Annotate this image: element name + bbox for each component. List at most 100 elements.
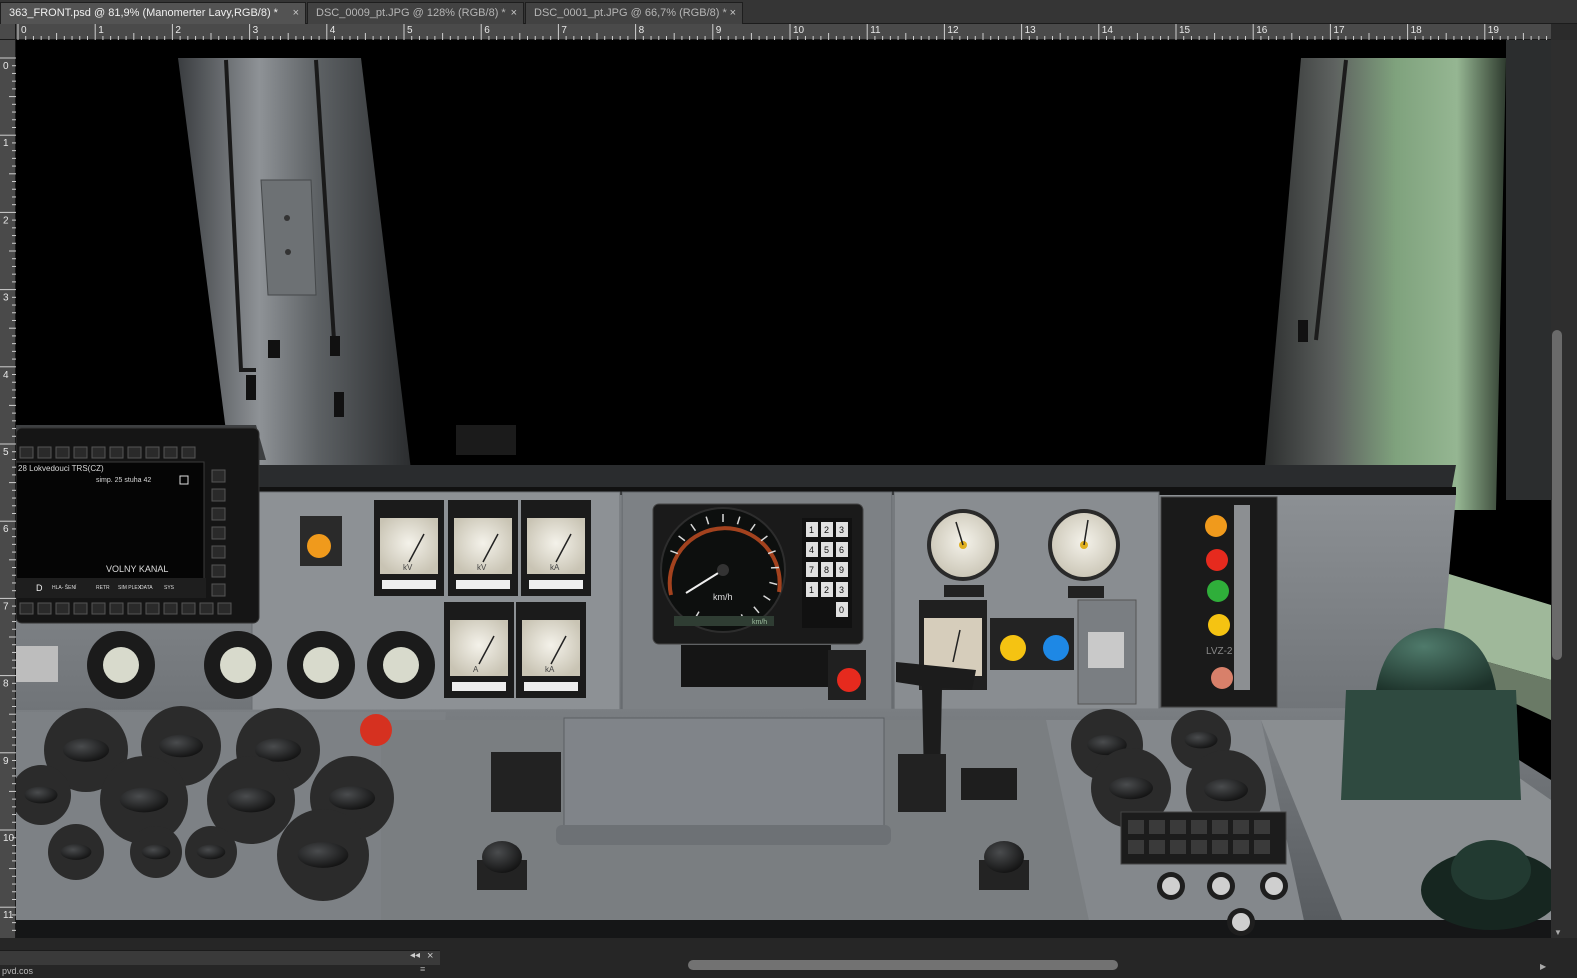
control-key bbox=[1128, 820, 1144, 834]
control-key bbox=[1170, 820, 1186, 834]
ruler-h-label: 18 bbox=[1411, 25, 1423, 36]
ruler-v-label: 7 bbox=[3, 601, 9, 612]
mfd-softkey-d: D bbox=[36, 583, 43, 593]
rotary-switch-knob bbox=[196, 844, 226, 860]
ruler-h-label: 11 bbox=[870, 25, 881, 36]
white-indicator-lamp bbox=[383, 647, 419, 683]
document-canvas[interactable]: 28 Lokvedouci TRS(CZ) simp. 25 stuha 42 … bbox=[16, 40, 1551, 938]
mfd-top-key bbox=[181, 446, 196, 459]
ruler-v-label: 11 bbox=[3, 910, 14, 921]
tab-363-front-psd[interactable]: 363_FRONT.psd @ 81,9% (Manomerter Lavy,R… bbox=[0, 2, 306, 24]
collapsed-panel-header[interactable] bbox=[0, 950, 440, 965]
rotary-switch-knob bbox=[62, 738, 110, 762]
panel-meter-plate bbox=[456, 580, 510, 589]
close-icon[interactable]: × bbox=[427, 950, 433, 962]
rotary-switch-knob bbox=[141, 844, 171, 860]
keypad-key-label: 9 bbox=[839, 565, 844, 575]
rotary-switch-knob bbox=[1184, 731, 1218, 749]
control-key bbox=[1254, 820, 1270, 834]
rotary-switch-knob bbox=[297, 842, 349, 868]
panel-tab-label[interactable]: pvd.cos bbox=[2, 966, 33, 976]
collapse-panel-icon[interactable]: ◂◂ bbox=[410, 950, 420, 961]
rotary-switch-knob bbox=[1109, 776, 1153, 800]
ruler-h-label: 5 bbox=[407, 25, 413, 36]
ruler-v-label: 3 bbox=[3, 293, 9, 304]
mfd-status-text: simp. 25 stuha 42 bbox=[96, 477, 151, 484]
ruler-h-label: 10 bbox=[793, 25, 805, 36]
ruler-v-label: 6 bbox=[3, 524, 9, 535]
keypad-key-label: 0 bbox=[839, 605, 844, 615]
mfd-side-key bbox=[211, 545, 226, 559]
panel-meter-plate bbox=[524, 682, 578, 691]
ruler-h-label: 15 bbox=[1179, 25, 1191, 36]
mfd-softkey-3: SIM PLEX bbox=[118, 585, 142, 591]
control-key bbox=[1149, 820, 1165, 834]
tab-dsc-0009[interactable]: DSC_0009_pt.JPG @ 128% (RGB/8) * × bbox=[307, 2, 524, 24]
panel-meter-unit: kV bbox=[403, 563, 413, 572]
rotary-switch-knob bbox=[328, 786, 376, 810]
mfd-bottom-key bbox=[145, 602, 160, 615]
panel-menu-icon[interactable]: ≡ bbox=[420, 964, 425, 974]
mfd-top-key bbox=[145, 446, 160, 459]
ruler-h-label: 1 bbox=[98, 25, 104, 36]
tab-label: DSC_0001_pt.JPG @ 66,7% (RGB/8) * bbox=[534, 7, 727, 19]
rotary-switch-knob bbox=[159, 734, 203, 758]
lvz-label: LVZ-2 bbox=[1206, 646, 1233, 657]
mfd-top-key bbox=[109, 446, 124, 459]
control-key bbox=[1128, 840, 1144, 854]
close-icon[interactable]: × bbox=[511, 3, 517, 24]
keypad-key-label: 3 bbox=[839, 525, 844, 535]
push-button bbox=[1162, 877, 1180, 895]
yellow-push-button bbox=[1000, 635, 1026, 661]
control-key bbox=[1191, 820, 1207, 834]
keypad-key-label: 6 bbox=[839, 545, 844, 555]
panel-meter-unit: kA bbox=[550, 563, 560, 572]
keypad-key-label: 2 bbox=[824, 525, 829, 535]
ruler-h-label: 3 bbox=[253, 25, 259, 36]
vertical-scroll-thumb[interactable] bbox=[1552, 330, 1562, 660]
tab-label: 363_FRONT.psd @ 81,9% (Manomerter Lavy,R… bbox=[9, 7, 278, 19]
red-push-button bbox=[837, 668, 861, 692]
mfd-bottom-key bbox=[163, 602, 178, 615]
control-key bbox=[1254, 840, 1270, 854]
rotary-switch-knob bbox=[1204, 778, 1248, 802]
ruler-v-label: 0 bbox=[3, 61, 9, 72]
blue-push-button bbox=[1043, 635, 1069, 661]
close-icon[interactable]: × bbox=[293, 3, 299, 24]
ruler-h-label: 16 bbox=[1256, 25, 1268, 36]
orange-indicator-lamp bbox=[307, 534, 331, 558]
keypad-key-label: 1 bbox=[809, 525, 814, 535]
ruler-h-label: 9 bbox=[716, 25, 722, 36]
mfd-top-key bbox=[37, 446, 52, 459]
tab-dsc-0001[interactable]: DSC_0001_pt.JPG @ 66,7% (RGB/8) * × bbox=[525, 2, 743, 24]
scroll-down-arrow-icon[interactable]: ▼ bbox=[1554, 928, 1562, 937]
ruler-h-label: 6 bbox=[484, 25, 490, 36]
vertical-ruler[interactable]: 0 1 2 3 4 5 6 7 8 9 10 11 bbox=[0, 40, 16, 938]
panel-meter-unit: kV bbox=[477, 563, 487, 572]
panel-meter-unit: kA bbox=[545, 665, 555, 674]
panel-meter-unit: A bbox=[473, 665, 479, 674]
panel-meter-plate bbox=[382, 580, 436, 589]
mfd-top-key bbox=[19, 446, 34, 459]
mfd-bottom-key bbox=[37, 602, 52, 615]
rotary-switch-knob bbox=[24, 786, 58, 804]
mfd-bottom-key bbox=[55, 602, 70, 615]
mfd-softkey-1: HLA- ŠENÍ bbox=[52, 584, 77, 591]
keypad-key-label: 3 bbox=[839, 585, 844, 595]
mfd-softkey-2: RETR bbox=[96, 585, 110, 591]
ruler-v-label: 8 bbox=[3, 679, 9, 690]
ruler-v-label: 10 bbox=[3, 833, 15, 844]
scroll-right-arrow-icon[interactable]: ▶ bbox=[1540, 962, 1546, 971]
mfd-side-key bbox=[211, 469, 226, 483]
panel-meter-plate bbox=[529, 580, 583, 589]
ruler-origin-corner[interactable] bbox=[0, 24, 16, 40]
horizontal-scroll-thumb[interactable] bbox=[688, 960, 1118, 970]
rotary-handle bbox=[984, 841, 1024, 873]
ruler-h-label: 17 bbox=[1333, 25, 1345, 36]
horizontal-ruler[interactable]: 0 1 2 3 4 5 6 7 8 9 10 11 12 13 14 15 16 17 18 19 bbox=[16, 24, 1551, 40]
mfd-side-key bbox=[211, 488, 226, 502]
mfd-top-key bbox=[163, 446, 178, 459]
ruler-h-label: 14 bbox=[1102, 25, 1114, 36]
panel-meter-face bbox=[450, 620, 508, 676]
close-icon[interactable]: × bbox=[730, 3, 736, 24]
